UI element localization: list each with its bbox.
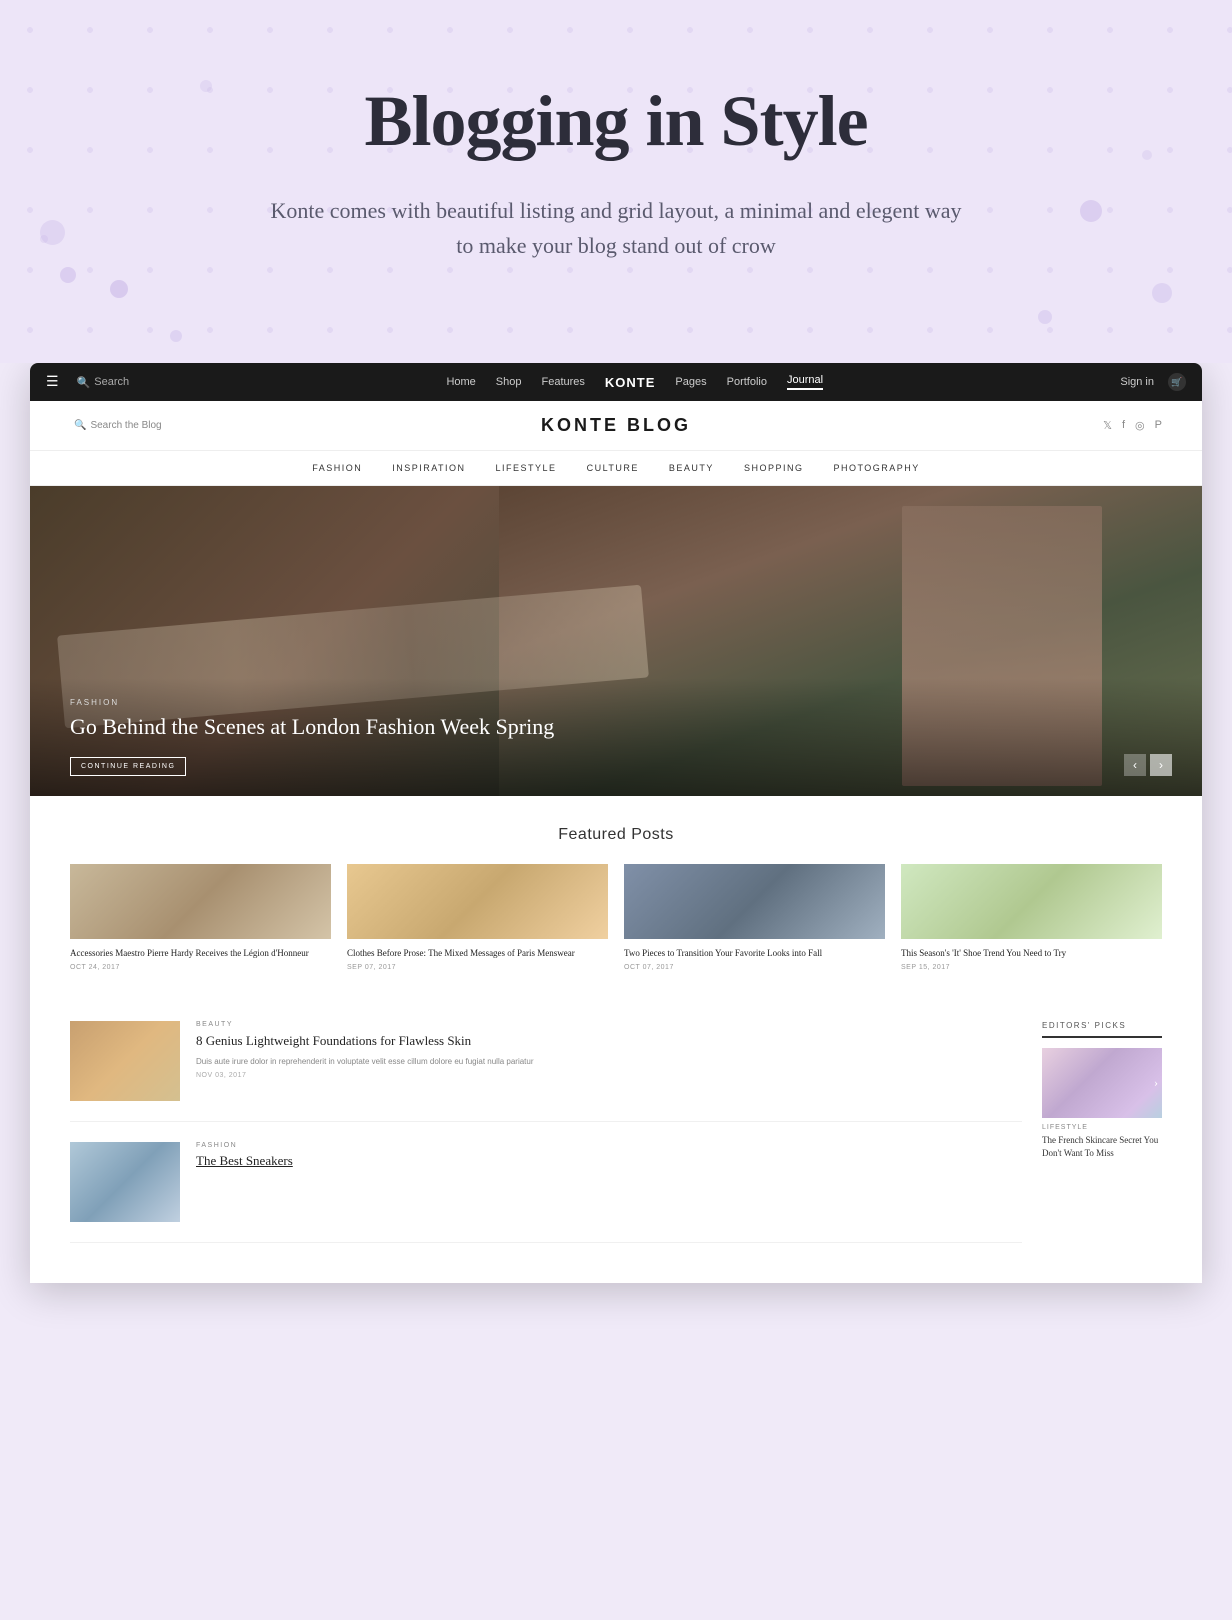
featured-card-1[interactable]: Accessories Maestro Pierre Hardy Receive… xyxy=(70,864,331,971)
featured-card-date-3: OCT 07, 2017 xyxy=(624,964,885,971)
editors-next-arrow[interactable]: › xyxy=(1154,1075,1158,1090)
browser-mockup: ☰ 🔍 Search Home Shop Features KONTE Page… xyxy=(30,363,1202,1283)
nav-link-features[interactable]: Features xyxy=(541,376,584,388)
hamburger-icon[interactable]: ☰ xyxy=(46,374,59,391)
slider-title: Go Behind the Scenes at London Fashion W… xyxy=(70,713,1162,742)
nav-search-label: Search xyxy=(94,376,129,388)
slider-category: FASHION xyxy=(70,698,1162,707)
nav-link-pages[interactable]: Pages xyxy=(675,376,706,388)
article-category-2: FASHION xyxy=(196,1142,1022,1149)
editors-img-bg xyxy=(1042,1048,1162,1118)
category-nav: FASHION INSPIRATION LIFESTYLE CULTURE BE… xyxy=(30,451,1202,486)
cat-inspiration[interactable]: INSPIRATION xyxy=(392,463,465,473)
featured-img-2 xyxy=(347,864,608,939)
featured-card-date-2: SEP 07, 2017 xyxy=(347,964,608,971)
slider-arrows: ‹ › xyxy=(1124,754,1172,776)
nav-link-journal[interactable]: Journal xyxy=(787,374,823,390)
editors-picks-label: EDITORS' PICKS xyxy=(1042,1021,1162,1038)
slider-next-button[interactable]: › xyxy=(1150,754,1172,776)
nav-right: Sign in 🛒 xyxy=(1120,373,1186,391)
article-img-1 xyxy=(70,1021,180,1101)
featured-card-title-1: Accessories Maestro Pierre Hardy Receive… xyxy=(70,947,331,960)
blog-search-icon: 🔍 xyxy=(74,420,86,431)
slider-overlay: FASHION Go Behind the Scenes at London F… xyxy=(30,678,1202,797)
blog-search[interactable]: 🔍 Search the Blog xyxy=(70,420,434,431)
nav-search[interactable]: 🔍 Search xyxy=(73,376,130,389)
article-title-1[interactable]: 8 Genius Lightweight Foundations for Fla… xyxy=(196,1032,1022,1050)
editors-picks-img[interactable]: › xyxy=(1042,1048,1162,1118)
featured-card-title-3: Two Pieces to Transition Your Favorite L… xyxy=(624,947,885,960)
main-content: BEAUTY 8 Genius Lightweight Foundations … xyxy=(30,1001,1202,1283)
article-date-1: NOV 03, 2017 xyxy=(196,1072,1022,1079)
cat-fashion[interactable]: FASHION xyxy=(312,463,362,473)
article-info-2: FASHION The Best Sneakers xyxy=(196,1142,1022,1222)
cat-shopping[interactable]: SHOPPING xyxy=(744,463,804,473)
featured-grid: Accessories Maestro Pierre Hardy Receive… xyxy=(70,864,1162,971)
blog-header: 🔍 Search the Blog KONTE BLOG 𝕏 f ◎ P xyxy=(30,401,1202,451)
featured-section: Featured Posts Accessories Maestro Pierr… xyxy=(30,796,1202,1001)
instagram-icon[interactable]: ◎ xyxy=(1135,419,1145,432)
featured-img-1 xyxy=(70,864,331,939)
nav-link-portfolio[interactable]: Portfolio xyxy=(727,376,767,388)
cat-culture[interactable]: CULTURE xyxy=(587,463,639,473)
blog-search-label: Search the Blog xyxy=(90,420,161,431)
main-articles: BEAUTY 8 Genius Lightweight Foundations … xyxy=(70,1021,1042,1263)
cart-icon[interactable]: 🛒 xyxy=(1168,373,1186,391)
featured-card-title-4: This Season's 'It' Shoe Trend You Need t… xyxy=(901,947,1162,960)
hero-slider: FASHION Go Behind the Scenes at London F… xyxy=(30,486,1202,796)
editors-picks-title[interactable]: The French Skincare Secret You Don't Wan… xyxy=(1042,1134,1162,1159)
search-icon: 🔍 xyxy=(77,376,91,389)
featured-card-date-4: SEP 15, 2017 xyxy=(901,964,1162,971)
twitter-icon[interactable]: 𝕏 xyxy=(1103,419,1112,432)
slider-continue-button[interactable]: CONTINUE READING xyxy=(70,757,186,776)
featured-card-3[interactable]: Two Pieces to Transition Your Favorite L… xyxy=(624,864,885,971)
nav-link-home[interactable]: Home xyxy=(446,376,475,388)
slider-prev-button[interactable]: ‹ xyxy=(1124,754,1146,776)
editors-picks: EDITORS' PICKS › LIFESTYLE The French Sk… xyxy=(1042,1021,1162,1263)
nav-bar: ☰ 🔍 Search Home Shop Features KONTE Page… xyxy=(30,363,1202,401)
featured-card-2[interactable]: Clothes Before Prose: The Mixed Messages… xyxy=(347,864,608,971)
featured-img-4 xyxy=(901,864,1162,939)
featured-img-3 xyxy=(624,864,885,939)
featured-card-title-2: Clothes Before Prose: The Mixed Messages… xyxy=(347,947,608,960)
article-excerpt-1: Duis aute irure dolor in reprehenderit i… xyxy=(196,1056,1022,1068)
editors-picks-cat: LIFESTYLE xyxy=(1042,1124,1162,1131)
nav-links: Home Shop Features KONTE Pages Portfolio… xyxy=(149,374,1120,390)
cat-lifestyle[interactable]: LIFESTYLE xyxy=(496,463,557,473)
hero-title: Blogging in Style xyxy=(40,80,1192,163)
cat-photography[interactable]: PHOTOGRAPHY xyxy=(833,463,919,473)
nav-signin[interactable]: Sign in xyxy=(1120,376,1154,388)
article-img-2 xyxy=(70,1142,180,1222)
hero-section: Blogging in Style Konte comes with beaut… xyxy=(0,0,1232,363)
featured-title: Featured Posts xyxy=(70,826,1162,844)
pinterest-icon[interactable]: P xyxy=(1155,419,1162,432)
facebook-icon[interactable]: f xyxy=(1122,419,1125,432)
blog-title: KONTE BLOG xyxy=(434,415,798,436)
cat-beauty[interactable]: BEAUTY xyxy=(669,463,714,473)
featured-card-4[interactable]: This Season's 'It' Shoe Trend You Need t… xyxy=(901,864,1162,971)
nav-link-shop[interactable]: Shop xyxy=(496,376,522,388)
featured-card-date-1: OCT 24, 2017 xyxy=(70,964,331,971)
article-card-1: BEAUTY 8 Genius Lightweight Foundations … xyxy=(70,1021,1022,1122)
blog-socials: 𝕏 f ◎ P xyxy=(798,419,1162,432)
hero-subtitle: Konte comes with beautiful listing and g… xyxy=(266,193,966,263)
nav-link-konte[interactable]: KONTE xyxy=(605,375,656,390)
article-info-1: BEAUTY 8 Genius Lightweight Foundations … xyxy=(196,1021,1022,1101)
article-title-2[interactable]: The Best Sneakers xyxy=(196,1153,1022,1169)
article-card-2: FASHION The Best Sneakers xyxy=(70,1142,1022,1243)
article-category-1: BEAUTY xyxy=(196,1021,1022,1028)
